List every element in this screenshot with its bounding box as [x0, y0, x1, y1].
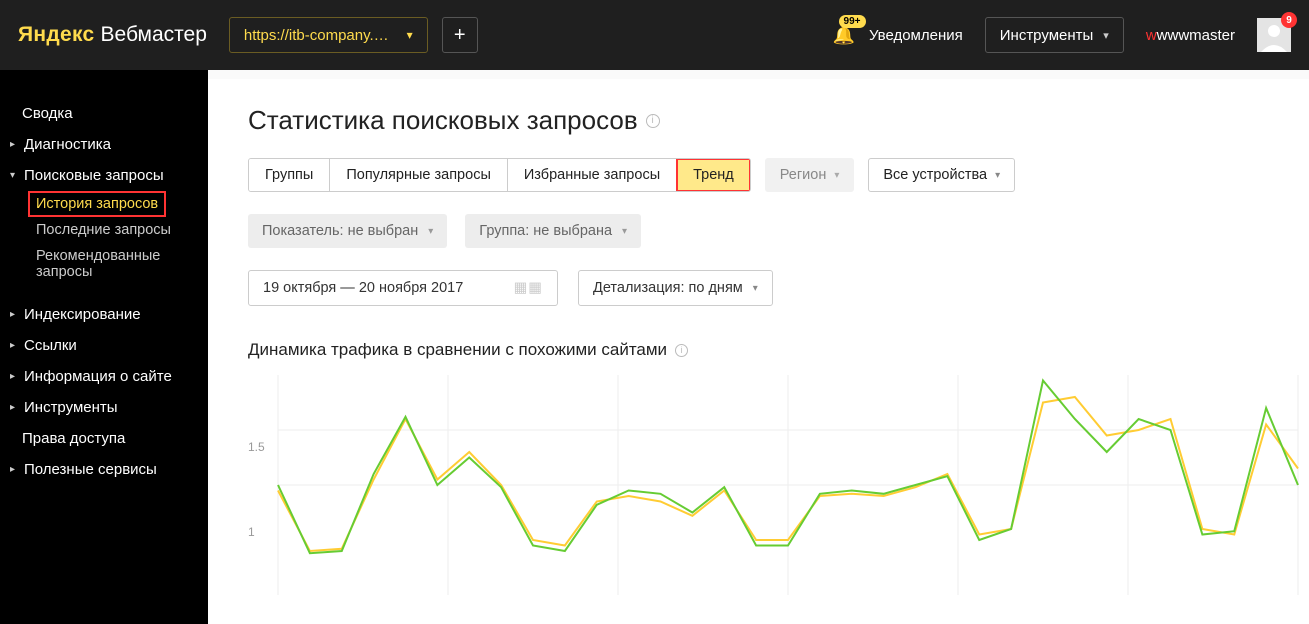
filter-label: Регион — [780, 167, 827, 183]
notifications-button[interactable]: 🔔 99+ Уведомления — [833, 25, 963, 46]
sidebar-sub-search-queries: История запросов Последние запросы Реком… — [0, 191, 208, 285]
tab-label: Группы — [265, 167, 313, 183]
sidebar-item-indexing[interactable]: ▸ Индексирование — [0, 299, 208, 330]
sidebar-subitem-recent-queries[interactable]: Последние запросы — [28, 217, 208, 243]
logo-product: Вебмастер — [101, 23, 207, 47]
caret-right-icon: ▸ — [10, 340, 20, 351]
sidebar-item-tools[interactable]: ▸ Инструменты — [0, 392, 208, 423]
info-icon[interactable]: i — [675, 344, 688, 357]
sidebar-item-diagnostics[interactable]: ▸ Диагностика — [0, 129, 208, 160]
chevron-down-icon: ▾ — [1103, 29, 1109, 42]
y-tick-label: 1 — [248, 525, 255, 539]
y-tick-label: 1.5 — [248, 440, 265, 454]
bell-icon: 🔔 99+ — [833, 25, 855, 46]
chevron-down-icon: ▾ — [834, 170, 839, 181]
chevron-down-icon: ▾ — [995, 170, 1000, 181]
sidebar-item-label: Полезные сервисы — [24, 461, 157, 478]
caret-right-icon: ▸ — [10, 139, 20, 150]
sidebar-item-label: Последние запросы — [36, 222, 171, 238]
sidebar-item-site-info[interactable]: ▸ Информация о сайте — [0, 361, 208, 392]
filter-label: Все устройства — [883, 167, 987, 183]
tools-dropdown[interactable]: Инструменты ▾ — [985, 17, 1124, 53]
tab-label: Избранные запросы — [524, 167, 660, 183]
chart-svg — [248, 370, 1308, 600]
site-selector-label: https://itb-company.… — [244, 27, 389, 44]
calendar-icon: ▦▦ — [514, 280, 543, 296]
sidebar-item-label: Информация о сайте — [24, 368, 172, 385]
notifications-badge: 99+ — [839, 15, 866, 28]
sidebar: Сводка ▸ Диагностика ▾ Поисковые запросы… — [0, 70, 208, 624]
chevron-down-icon: ▾ — [753, 283, 758, 294]
tab-groups[interactable]: Группы — [249, 159, 330, 191]
region-filter[interactable]: Регион ▾ — [765, 158, 855, 192]
trend-chart: 1.5 1 — [248, 370, 1308, 600]
sidebar-item-label: Инструменты — [24, 399, 118, 416]
info-icon[interactable]: i — [646, 114, 660, 128]
add-site-button[interactable]: + — [442, 17, 478, 53]
chart-title: Динамика трафика в сравнении с похожими … — [248, 340, 1309, 360]
app-header: Яндекс Вебмастер https://itb-company.… ▾… — [0, 0, 1309, 70]
sidebar-item-label: Ссылки — [24, 337, 77, 354]
site-selector[interactable]: https://itb-company.… ▾ — [229, 17, 428, 53]
sidebar-item-label: Поисковые запросы — [24, 167, 164, 184]
sidebar-item-search-queries[interactable]: ▾ Поисковые запросы — [0, 160, 208, 191]
sidebar-item-useful-services[interactable]: ▸ Полезные сервисы — [0, 454, 208, 485]
sidebar-item-label: Рекомендованные запросы — [36, 248, 160, 280]
query-view-tabs: Группы Популярные запросы Избранные запр… — [248, 158, 751, 192]
date-range-picker[interactable]: 19 октября — 20 ноября 2017 ▦▦ — [248, 270, 558, 306]
tab-popular-queries[interactable]: Популярные запросы — [330, 159, 508, 191]
caret-right-icon: ▸ — [10, 402, 20, 413]
indicator-selector[interactable]: Показатель: не выбран ▾ — [248, 214, 447, 248]
tab-favorite-queries[interactable]: Избранные запросы — [508, 159, 677, 191]
caret-right-icon: ▸ — [10, 464, 20, 475]
page-title: Статистика поисковых запросов i — [248, 105, 1309, 136]
date-range-label: 19 октября — 20 ноября 2017 — [263, 280, 463, 296]
sidebar-subitem-recommended-queries[interactable]: Рекомендованные запросы — [28, 243, 208, 285]
page-title-text: Статистика поисковых запросов — [248, 105, 638, 136]
sidebar-item-summary[interactable]: Сводка — [0, 98, 208, 129]
caret-right-icon: ▸ — [10, 309, 20, 320]
header-right: 🔔 99+ Уведомления Инструменты ▾ wwwwmast… — [833, 17, 1291, 53]
detail-selector[interactable]: Детализация: по дням ▾ — [578, 270, 773, 306]
tab-trend[interactable]: Тренд — [677, 159, 750, 191]
tools-label: Инструменты — [1000, 27, 1094, 44]
caret-down-icon: ▾ — [10, 170, 20, 181]
caret-right-icon: ▸ — [10, 371, 20, 382]
selector-label: Показатель: не выбран — [262, 223, 418, 239]
chevron-down-icon: ▾ — [622, 226, 627, 237]
sidebar-item-label: Сводка — [22, 105, 73, 122]
sidebar-item-access-rights[interactable]: Права доступа — [0, 423, 208, 454]
sidebar-item-links[interactable]: ▸ Ссылки — [0, 330, 208, 361]
sidebar-subitem-query-history[interactable]: История запросов — [28, 191, 166, 217]
tab-label: Популярные запросы — [346, 167, 491, 183]
sidebar-item-label: Диагностика — [24, 136, 111, 153]
sidebar-item-label: Индексирование — [24, 306, 141, 323]
avatar[interactable]: 9 — [1257, 18, 1291, 52]
devices-filter[interactable]: Все устройства ▾ — [868, 158, 1015, 192]
avatar-badge: 9 — [1281, 12, 1297, 28]
logo[interactable]: Яндекс Вебмастер — [18, 23, 207, 47]
chevron-down-icon: ▾ — [428, 226, 433, 237]
chevron-down-icon: ▾ — [407, 28, 413, 42]
chart-title-text: Динамика трафика в сравнении с похожими … — [248, 340, 667, 360]
selector-label: Группа: не выбрана — [479, 223, 612, 239]
group-selector[interactable]: Группа: не выбрана ▾ — [465, 214, 641, 248]
logo-yandex: Яндекс — [18, 23, 95, 47]
notifications-label: Уведомления — [869, 27, 963, 44]
username-first-char: w — [1146, 27, 1157, 44]
username-link[interactable]: wwwwmaster — [1146, 27, 1235, 44]
tab-label: Тренд — [693, 167, 734, 183]
detail-label: Детализация: по дням — [593, 280, 743, 296]
sidebar-item-label: История запросов — [36, 196, 158, 212]
main-content: Статистика поисковых запросов i Группы П… — [208, 70, 1309, 624]
sidebar-item-label: Права доступа — [22, 430, 125, 447]
username-rest: wwwmaster — [1157, 27, 1235, 44]
plus-icon: + — [454, 24, 466, 47]
